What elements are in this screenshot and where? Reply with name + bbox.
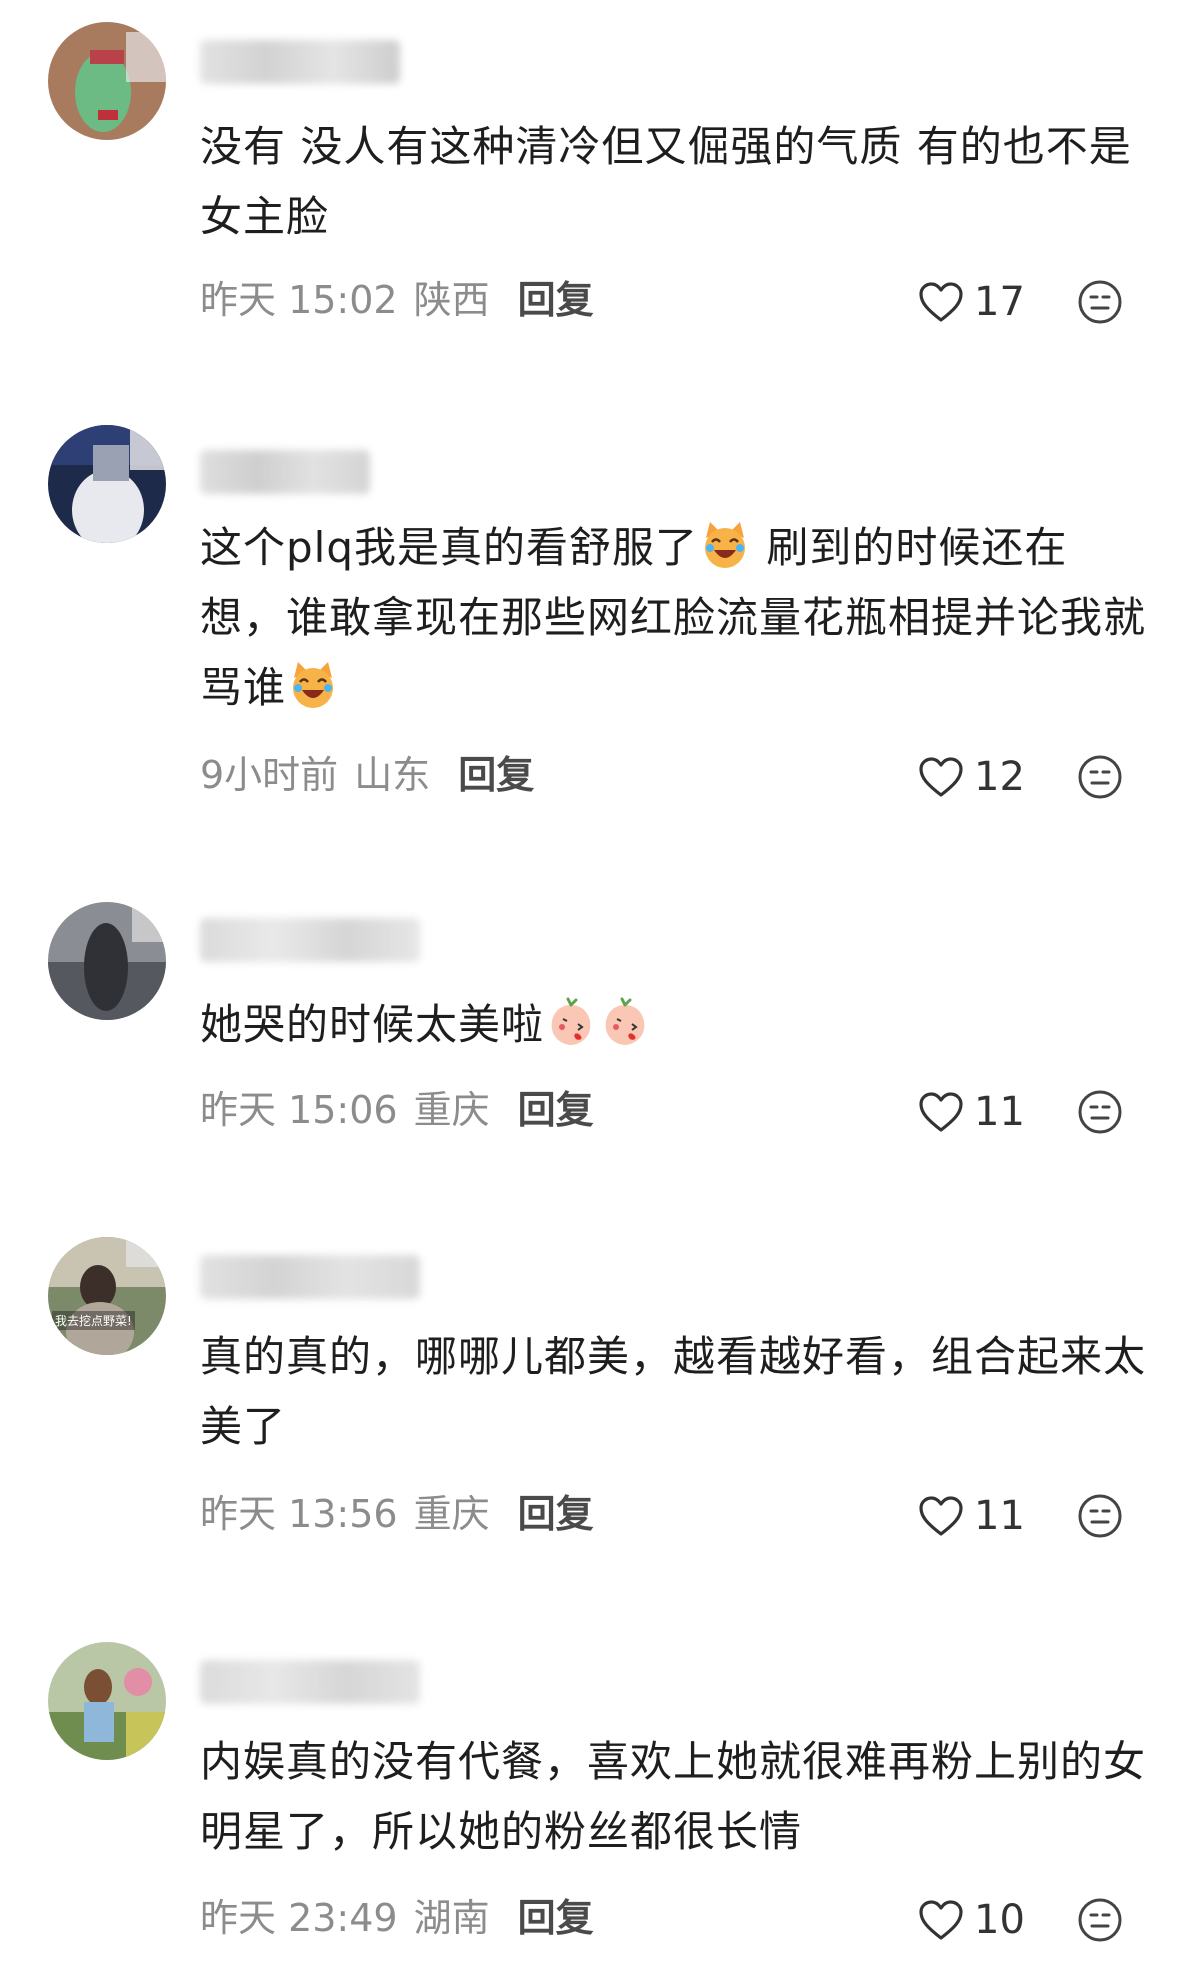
username-blurred[interactable]	[200, 450, 370, 494]
avatar-image	[48, 1237, 166, 1355]
like-button[interactable]: 11	[918, 1486, 1025, 1546]
like-button[interactable]: 10	[918, 1890, 1025, 1950]
username-blurred[interactable]	[200, 918, 420, 962]
avatar[interactable]: 我去挖点野菜!	[48, 1237, 166, 1355]
like-count: 12	[974, 754, 1025, 800]
avatar-image	[48, 1642, 166, 1760]
like-button[interactable]: 17	[918, 272, 1025, 332]
reply-button[interactable]: 回复	[518, 278, 594, 322]
laughing-cat-emoji	[705, 522, 745, 568]
avatar[interactable]	[48, 425, 166, 543]
avatar-image	[48, 902, 166, 1020]
comment-time: 9小时前	[200, 753, 339, 797]
username-blurred[interactable]	[200, 1660, 420, 1704]
like-count: 17	[974, 279, 1025, 325]
comment-text: 内娱真的没有代餐，喜欢上她就很难再粉上别的女明星了，所以她的粉丝都很长情	[200, 1737, 1147, 1856]
like-button[interactable]: 12	[918, 747, 1025, 807]
avatar-image	[48, 425, 166, 543]
comment-text-part: 这个plq我是真的看舒服了	[200, 523, 698, 572]
avatar[interactable]	[48, 902, 166, 1020]
like-count: 11	[974, 1493, 1025, 1539]
neutral-face-icon[interactable]	[1076, 753, 1124, 801]
avatar-image	[48, 22, 166, 140]
comment-text: 这个plq我是真的看舒服了 刷到的时候还在想，谁敢拿现在那些网红脸流量花瓶相提并…	[200, 513, 1150, 723]
heart-outline-icon	[919, 282, 963, 322]
comment-time: 昨天 15:02	[200, 278, 398, 322]
like-count: 10	[974, 1897, 1025, 1943]
comment-meta: 昨天 15:02 陕西 回复	[200, 270, 594, 330]
comment-time: 昨天 15:06	[200, 1088, 398, 1132]
comment-location: 重庆	[413, 1088, 490, 1132]
comment-meta: 昨天 15:06 重庆 回复	[200, 1080, 594, 1140]
like-count: 11	[974, 1089, 1025, 1135]
heart-outline-icon	[919, 1496, 963, 1536]
comment-text: 真的真的，哪哪儿都美，越看越好看，组合起来太美了	[200, 1332, 1147, 1451]
like-button[interactable]: 11	[918, 1082, 1025, 1142]
reply-button[interactable]: 回复	[518, 1896, 594, 1940]
comment-text: 没有 没人有这种清冷但又倔强的气质 有的也不是女主脸	[200, 122, 1132, 241]
comment-text: 她哭的时候太美啦	[200, 990, 1150, 1060]
avatar-caption: 我去挖点野菜!	[52, 1311, 135, 1330]
neutral-face-icon[interactable]	[1076, 1896, 1124, 1944]
peach-kiss-emoji	[551, 997, 591, 1045]
avatar[interactable]	[48, 22, 166, 140]
comment-time: 昨天 23:49	[200, 1896, 398, 1940]
comment-time: 昨天 13:56	[200, 1492, 398, 1536]
laughing-cat-emoji	[293, 662, 334, 708]
comment-location: 陕西	[413, 278, 490, 322]
username-blurred[interactable]	[200, 40, 400, 84]
heart-outline-icon	[919, 1092, 963, 1132]
peach-kiss-emoji	[605, 997, 645, 1045]
comment-meta: 昨天 23:49 湖南 回复	[200, 1888, 594, 1948]
comment-meta: 9小时前 山东 回复	[200, 745, 534, 805]
comment-location: 重庆	[413, 1492, 490, 1536]
heart-outline-icon	[919, 757, 963, 797]
reply-button[interactable]: 回复	[458, 753, 534, 797]
username-blurred[interactable]	[200, 1255, 420, 1299]
neutral-face-icon[interactable]	[1076, 1492, 1124, 1540]
neutral-face-icon[interactable]	[1076, 1088, 1124, 1136]
reply-button[interactable]: 回复	[518, 1492, 594, 1536]
neutral-face-icon[interactable]	[1076, 278, 1124, 326]
comment-meta: 昨天 13:56 重庆 回复	[200, 1484, 594, 1544]
heart-outline-icon	[919, 1900, 963, 1940]
comment-location: 湖南	[413, 1896, 490, 1940]
avatar[interactable]	[48, 1642, 166, 1760]
comment-text-part: 她哭的时候太美啦	[200, 1000, 545, 1049]
reply-button[interactable]: 回复	[518, 1088, 594, 1132]
comment-location: 山东	[354, 753, 431, 797]
